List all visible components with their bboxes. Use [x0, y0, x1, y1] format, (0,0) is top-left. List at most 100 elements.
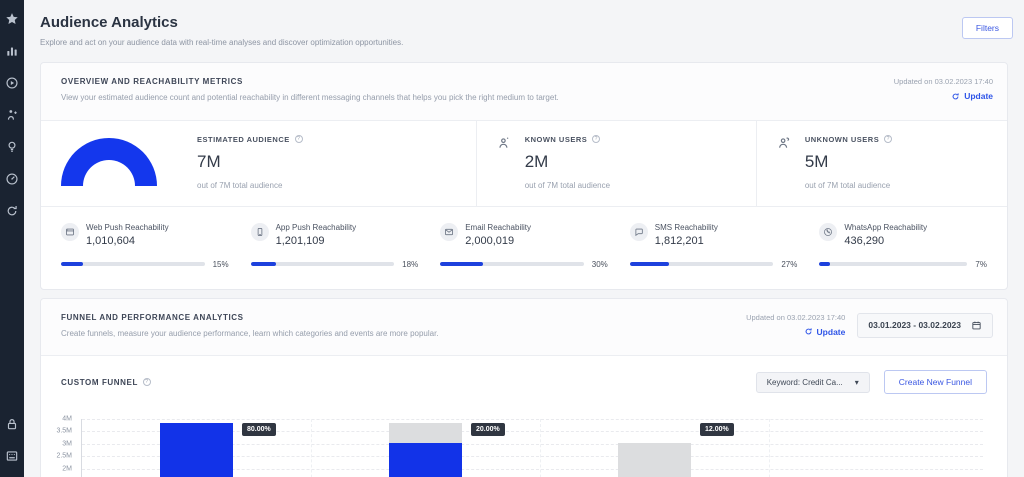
sms-icon: [630, 223, 648, 241]
reachability-row: Web Push Reachability 1,010,604 15% App …: [41, 206, 1007, 289]
sidebar-bottom-icons: [5, 417, 19, 477]
vertical-gridline: [540, 419, 541, 477]
refresh-icon: [804, 327, 813, 336]
idea-icon[interactable]: [5, 140, 19, 154]
chevron-down-icon: [855, 378, 859, 387]
progress-track: [440, 262, 584, 266]
y-axis: 4M3.5M3M2.5M2M1.5M1M: [41, 419, 81, 477]
lock-icon[interactable]: [5, 417, 19, 431]
refresh-icon: [951, 92, 960, 101]
progress-track: [819, 262, 967, 266]
metric-caption: out of 7M total audience: [805, 181, 892, 190]
y-axis-tick-label: 3M: [62, 440, 72, 447]
whatsapp-icon: [819, 223, 837, 241]
conversion-badge: 80.00%: [242, 423, 276, 436]
metric-label: KNOWN USERS: [525, 135, 610, 144]
sidebar-top-icons: [5, 12, 19, 218]
web-push-icon: [61, 223, 79, 241]
overview-title: OVERVIEW AND REACHABILITY METRICS: [61, 77, 559, 87]
info-icon[interactable]: [295, 135, 303, 143]
info-icon[interactable]: [884, 135, 892, 143]
app-push-reachability: App Push Reachability 1,201,109 18%: [251, 223, 419, 269]
vertical-gridline: [311, 419, 312, 477]
keyword-dropdown[interactable]: Keyword: Credit Ca...: [756, 372, 870, 393]
overview-description: View your estimated audience count and p…: [61, 93, 559, 103]
sms-reachability: SMS Reachability 1,812,201 27%: [630, 223, 798, 269]
page-subtitle: Explore and act on your audience data wi…: [40, 38, 403, 48]
y-axis-tick-label: 3.5M: [56, 428, 72, 435]
funnel-bar-converted: [389, 443, 462, 477]
conversion-badge: 12.00%: [700, 423, 734, 436]
custom-funnel-title: CUSTOM FUNNEL: [61, 378, 151, 387]
progress-percent: 7%: [975, 260, 987, 269]
overview-updated-on: Updated on 03.02.2023 17:40: [894, 77, 993, 86]
overview-update-link[interactable]: Update: [951, 91, 993, 101]
gridline: [82, 419, 983, 420]
info-icon[interactable]: [592, 135, 600, 143]
metric-label: ESTIMATED AUDIENCE: [197, 135, 303, 144]
progress-percent: 18%: [402, 260, 418, 269]
progress-track: [630, 262, 774, 266]
progress-track: [251, 262, 395, 266]
metric-caption: out of 7M total audience: [197, 181, 303, 190]
funnel-update-link[interactable]: Update: [804, 327, 846, 337]
y-axis-tick-label: 2.5M: [56, 453, 72, 460]
conversion-badge: 20.00%: [471, 423, 505, 436]
funnel-updated-on: Updated on 03.02.2023 17:40: [746, 313, 845, 322]
funnel-chart: 4M3.5M3M2.5M2M1.5M1M 80.00%20.00%12.00%: [41, 419, 983, 477]
overview-card-header: OVERVIEW AND REACHABILITY METRICS View y…: [41, 63, 1007, 121]
funnel-card-header: FUNNEL AND PERFORMANCE ANALYTICS Create …: [41, 299, 1007, 357]
create-new-funnel-button[interactable]: Create New Funnel: [884, 370, 987, 394]
custom-funnel-controls: CUSTOM FUNNEL Keyword: Credit Ca... Crea…: [41, 356, 1007, 394]
funnel-title: FUNNEL AND PERFORMANCE ANALYTICS: [61, 313, 439, 323]
progress-fill: [819, 262, 829, 266]
progress-percent: 27%: [781, 260, 797, 269]
vertical-gridline: [769, 419, 770, 477]
progress-percent: 30%: [592, 260, 608, 269]
info-icon[interactable]: [143, 378, 151, 386]
star-icon[interactable]: [5, 12, 19, 26]
sidebar: [0, 0, 24, 477]
progress-track: [61, 262, 205, 266]
page-header: Audience Analytics Explore and act on yo…: [24, 0, 1024, 62]
date-range-picker[interactable]: 03.01.2023 - 03.02.2023: [857, 313, 993, 338]
filters-button[interactable]: Filters: [962, 17, 1013, 39]
estimated-audience-metric: ESTIMATED AUDIENCE 7M out of 7M total au…: [41, 121, 476, 206]
main-content: Audience Analytics Explore and act on yo…: [24, 0, 1024, 477]
funnel-bar[interactable]: [160, 423, 233, 477]
funnel-card: FUNNEL AND PERFORMANCE ANALYTICS Create …: [40, 298, 1008, 477]
known-users-metric: KNOWN USERS 2M out of 7M total audience: [476, 121, 756, 206]
calendar-icon: [971, 320, 982, 331]
funnel-bar[interactable]: [389, 423, 462, 477]
email-icon: [440, 223, 458, 241]
funnel-description: Create funnels, measure your audience pe…: [61, 329, 439, 339]
page-title: Audience Analytics: [40, 14, 403, 32]
known-user-icon: [497, 136, 511, 150]
overview-card: OVERVIEW AND REACHABILITY METRICS View y…: [40, 62, 1008, 290]
funnel-bar[interactable]: [618, 443, 691, 477]
apps-icon[interactable]: [5, 449, 19, 463]
sync-icon[interactable]: [5, 204, 19, 218]
progress-fill: [61, 262, 83, 266]
bar-chart-icon[interactable]: [5, 44, 19, 58]
journeys-icon[interactable]: [5, 108, 19, 122]
metric-label: UNKNOWN USERS: [805, 135, 892, 144]
y-axis-tick-label: 4M: [62, 416, 72, 423]
app-push-icon: [251, 223, 269, 241]
web-push-reachability: Web Push Reachability 1,010,604 15%: [61, 223, 229, 269]
audience-gauge: [61, 138, 157, 186]
performance-icon[interactable]: [5, 172, 19, 186]
progress-fill: [440, 262, 483, 266]
unknown-users-metric: UNKNOWN USERS 5M out of 7M total audienc…: [756, 121, 1007, 206]
y-axis-tick-label: 2M: [62, 465, 72, 472]
progress-fill: [630, 262, 669, 266]
campaigns-icon[interactable]: [5, 76, 19, 90]
metric-value: 2M: [525, 152, 610, 172]
progress-fill: [251, 262, 277, 266]
email-reachability: Email Reachability 2,000,019 30%: [440, 223, 608, 269]
metric-caption: out of 7M total audience: [525, 181, 610, 190]
unknown-user-icon: [777, 136, 791, 150]
funnel-bar-converted: [160, 423, 233, 477]
metric-value: 7M: [197, 152, 303, 172]
metric-value: 5M: [805, 152, 892, 172]
